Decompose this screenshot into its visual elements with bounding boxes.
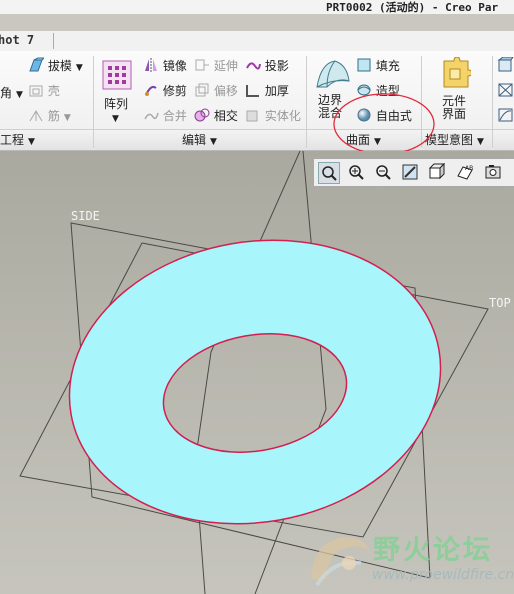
curve-icon[interactable]: [497, 107, 514, 127]
thicken-icon: [246, 85, 259, 97]
datum-label-top: TOP: [489, 296, 511, 310]
watermark-url: www.proewildfire.cn: [372, 567, 514, 583]
view-manager-icon[interactable]: [483, 162, 503, 182]
offset-icon: [195, 83, 209, 97]
cube-icon[interactable]: [497, 56, 514, 77]
solidify-button[interactable]: 实体化: [245, 107, 301, 124]
chevron-down-icon: ▼: [63, 113, 71, 123]
round-button-partial[interactable]: 角 ▼: [0, 85, 23, 103]
shell-icon: [29, 85, 43, 97]
boundary-blend-icon[interactable]: [313, 57, 353, 91]
zoom-fit-icon[interactable]: [318, 162, 340, 184]
tab-divider: [53, 33, 54, 49]
datum-label-side: SIDE: [71, 209, 100, 223]
zoom-in-icon[interactable]: [346, 162, 366, 182]
mirror-icon: [145, 58, 157, 72]
group-label-editing[interactable]: 编辑 ▼: [182, 131, 217, 148]
right-datum-plane: [194, 151, 301, 594]
pattern-button[interactable]: 阵列: [104, 96, 128, 112]
merge-button[interactable]: 合并: [143, 107, 187, 124]
group-bar-next: [493, 129, 514, 150]
watermark-text: 野火论坛: [373, 535, 493, 566]
group-divider: [492, 56, 493, 148]
trim-button[interactable]: 修剪: [143, 82, 187, 99]
component-interface-icon[interactable]: [441, 56, 473, 89]
svg-text:AB: AB: [465, 165, 473, 172]
solidify-icon: [246, 110, 258, 122]
intersect-icon: [194, 108, 210, 122]
project-icon: [246, 62, 261, 70]
view-toolbar: AB: [313, 158, 514, 187]
offset-button[interactable]: 偏移: [194, 82, 238, 99]
extend-icon: [195, 59, 209, 71]
group-divider: [93, 56, 94, 148]
display-style-icon[interactable]: [427, 162, 447, 182]
repaint-icon[interactable]: [400, 162, 420, 182]
title-bar: PRT0002 (活动的) - Creo Par: [0, 0, 514, 14]
merge-icon: [144, 112, 159, 120]
draft-button[interactable]: 拔模 ▼: [28, 57, 83, 76]
rib-button[interactable]: 筋 ▼: [28, 107, 71, 126]
mirror-button[interactable]: 镜像: [143, 57, 187, 74]
chevron-down-icon: ▼: [75, 63, 83, 73]
highlight-circle: [333, 93, 435, 155]
tab-row: [0, 31, 514, 52]
pattern-icon[interactable]: [102, 59, 132, 91]
ring-surface: [68, 239, 442, 525]
window-title: PRT0002 (活动的) - Creo Par: [326, 1, 499, 14]
fill-button[interactable]: 填充: [356, 57, 400, 74]
intersect-button[interactable]: 相交: [194, 107, 238, 124]
chevron-down-icon: ▼: [16, 90, 23, 100]
rib-icon: [29, 110, 43, 122]
chevron-down-icon[interactable]: ▼: [112, 111, 119, 127]
chevron-down-icon: ▼: [210, 137, 217, 147]
zoom-out-icon[interactable]: [373, 162, 393, 182]
tab-partial[interactable]: hot 7: [0, 33, 34, 47]
draft-icon: [29, 57, 46, 72]
group-divider: [306, 56, 307, 148]
component-interface-button[interactable]: 元件 界面: [442, 95, 466, 121]
thicken-button[interactable]: 加厚: [245, 82, 289, 99]
chevron-down-icon: ▼: [477, 137, 484, 147]
saved-views-icon[interactable]: AB: [455, 162, 475, 182]
project-button[interactable]: 投影: [245, 57, 289, 74]
extend-button[interactable]: 延伸: [194, 57, 238, 74]
chevron-down-icon: ▼: [28, 137, 35, 147]
fill-icon: [357, 58, 371, 72]
group-label-engineering[interactable]: 工程 ▼: [0, 131, 35, 148]
grid-icon[interactable]: [497, 82, 514, 102]
trim-icon: [145, 85, 157, 96]
shell-button[interactable]: 壳: [28, 82, 60, 99]
